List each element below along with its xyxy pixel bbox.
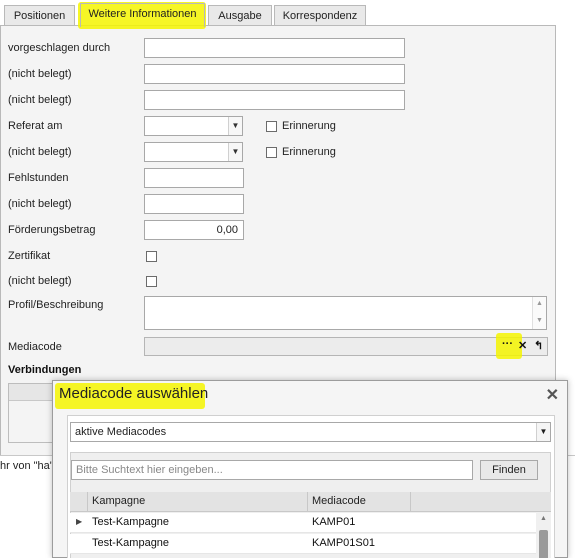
tab-label: Korrespondenz [282,10,358,22]
scroll-up-icon[interactable]: ▲ [536,300,543,307]
label-fehlstunden: Fehlstunden [8,172,69,184]
tab-label: Positionen [13,10,66,22]
tab-positionen[interactable]: Positionen [4,5,75,26]
chevron-down-icon[interactable]: ▼ [536,423,550,441]
filter-value: aktive Mediacodes [75,426,167,438]
profil-memo[interactable]: ▲ ▼ [144,296,547,330]
zertifikat-checkbox[interactable] [146,251,157,262]
mediacode-dialog: Mediacode auswählen ✕ aktive Mediacodes … [52,380,568,558]
filter-select[interactable]: aktive Mediacodes ▼ [70,422,551,442]
chevron-down-icon[interactable]: ▼ [228,117,242,135]
verbindungen-heading: Verbindungen [8,364,82,376]
find-button[interactable]: Finden [480,460,538,480]
row-indicator-icon: ▶ [76,517,83,526]
tab-label: Ausgabe [218,10,262,22]
status-text: hr von "ha" [0,460,54,472]
label-nicht-belegt-4: (nicht belegt) [8,198,72,210]
scroll-down-icon[interactable]: ▼ [536,317,543,324]
scrollbar-thumb[interactable] [539,530,548,558]
table-header: Kampagne Mediacode [70,492,551,512]
nicht-belegt-input-2[interactable] [144,90,405,110]
column-separator [87,492,88,511]
label-referat: Referat am [8,120,63,132]
nicht-belegt-checkbox[interactable] [146,276,157,287]
search-placeholder: Bitte Suchtext hier eingeben... [76,464,223,476]
label-nicht-belegt-2: (nicht belegt) [8,94,72,106]
cell-kampagne: Test-Kampagne [92,537,170,549]
search-input[interactable]: Bitte Suchtext hier eingeben... [71,460,473,480]
column-kampagne[interactable]: Kampagne [92,495,145,507]
label-nicht-belegt-1: (nicht belegt) [8,68,72,80]
label-profil: Profil/Beschreibung [8,299,104,311]
table-row[interactable]: Test-Kampagne KAMP01S01 [70,534,536,554]
cell-kampagne: Test-Kampagne [92,516,170,528]
nicht-belegt-input-4[interactable] [144,194,244,214]
foerderungsbetrag-input[interactable]: 0,00 [144,220,244,240]
dialog-body: aktive Mediacodes ▼ Bitte Suchtext hier … [67,415,555,558]
nicht-belegt-combo[interactable]: ▼ [144,142,243,162]
tab-label: Weitere Informationen [88,8,197,20]
vorgeschlagen-input[interactable] [144,38,405,58]
erinnerung-label-2: Erinnerung [282,146,336,158]
cell-mediacode: KAMP01 [312,516,356,528]
tab-bar: Positionen Weitere Informationen Ausgabe… [0,0,575,27]
label-nicht-belegt-5: (nicht belegt) [8,275,72,287]
cell-mediacode: KAMP01S01 [312,537,375,549]
more-icon[interactable]: ··· [502,338,513,350]
undo-icon[interactable]: ↰ [534,339,543,352]
close-icon[interactable]: ✕ [546,385,559,405]
memo-scrollbar[interactable]: ▲ ▼ [532,297,546,329]
table-scrollbar[interactable]: ▲ [536,512,551,558]
nicht-belegt-input-1[interactable] [144,64,405,84]
chevron-down-icon[interactable]: ▼ [228,143,242,161]
tab-weitere-informationen[interactable]: Weitere Informationen [80,3,205,27]
erinnerung-label-1: Erinnerung [282,120,336,132]
label-nicht-belegt-3: (nicht belegt) [8,146,72,158]
table-row[interactable]: ▶ Test-Kampagne KAMP01 [70,513,536,533]
erinnerung-checkbox-2[interactable] [266,147,277,158]
label-mediacode: Mediacode [8,341,62,353]
mediacode-table: Kampagne Mediacode ▶ Test-Kampagne KAMP0… [70,492,551,558]
label-vorgeschlagen: vorgeschlagen durch [8,42,111,54]
referat-date-combo[interactable]: ▼ [144,116,243,136]
erinnerung-checkbox-1[interactable] [266,121,277,132]
dialog-title: Mediacode auswählen [59,385,209,402]
column-mediacode[interactable]: Mediacode [312,495,366,507]
tab-ausgabe[interactable]: Ausgabe [208,5,272,26]
close-icon[interactable]: ✕ [518,339,527,352]
fehlstunden-input[interactable] [144,168,244,188]
label-zertifikat: Zertifikat [8,250,51,262]
column-separator [410,492,411,511]
tab-korrespondenz[interactable]: Korrespondenz [274,5,366,26]
mediacode-field[interactable]: ··· ✕ ↰ [144,337,548,356]
label-foerderungsbetrag: Förderungsbetrag [8,224,96,236]
column-separator [307,492,308,511]
scroll-up-icon[interactable]: ▲ [540,515,547,522]
